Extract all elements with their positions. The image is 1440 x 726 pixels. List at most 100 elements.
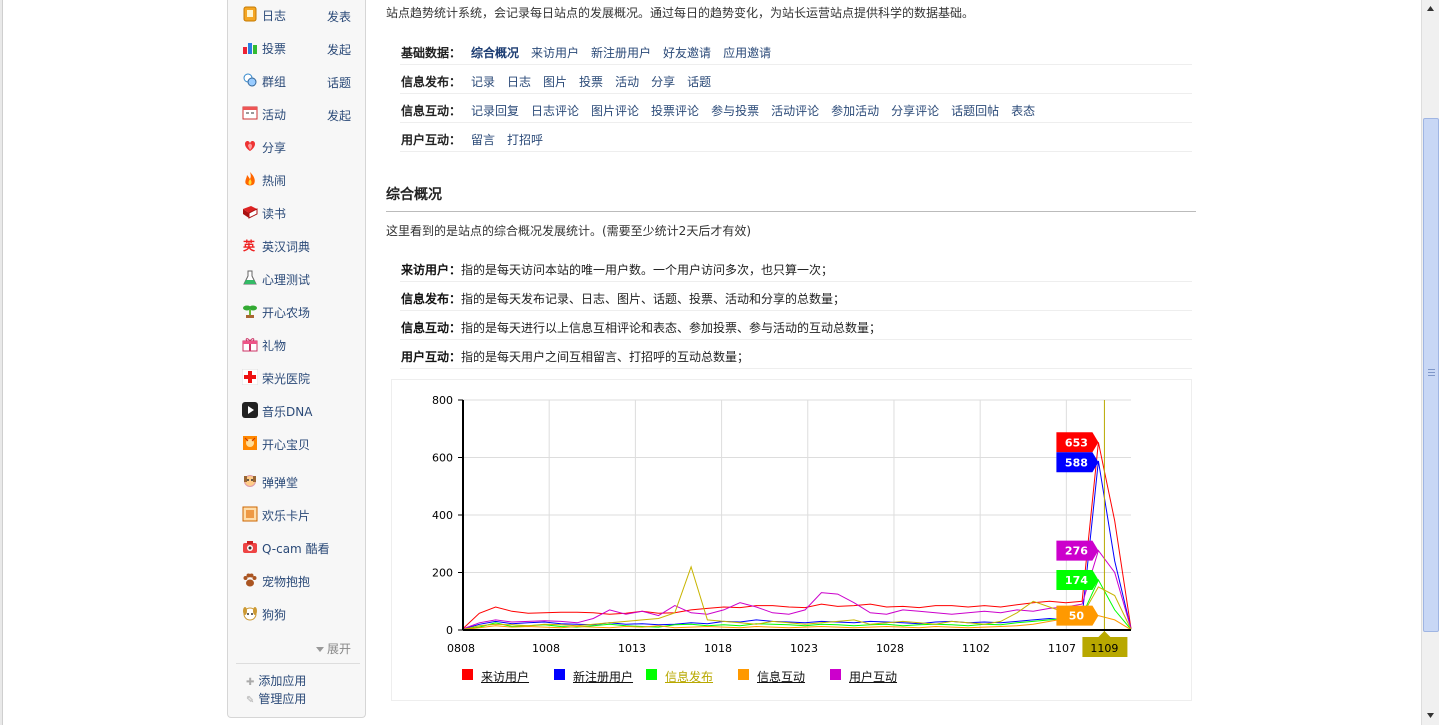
sidebar-item[interactable]: 投票 发起: [240, 37, 360, 57]
sidebar-item[interactable]: 分享: [240, 136, 360, 156]
nav-link[interactable]: 图片: [543, 75, 567, 89]
sidebar-item-label[interactable]: 礼物: [262, 337, 286, 354]
sidebar-item-label[interactable]: Q-cam 酷看: [262, 540, 330, 557]
group-icon: [242, 72, 258, 88]
expand-label: 展开: [327, 642, 352, 656]
sidebar-item-label[interactable]: 音乐DNA: [262, 403, 312, 420]
nav-link[interactable]: 话题回帖: [951, 104, 999, 118]
sprout-icon: [242, 303, 258, 319]
sidebar-item[interactable]: 宠物抱抱: [240, 570, 360, 590]
scroll-down-arrow-icon[interactable]: [1423, 708, 1438, 723]
paw-icon: [242, 572, 258, 588]
legend-item[interactable]: 信息互动: [738, 668, 818, 684]
nav-link[interactable]: 分享评论: [891, 104, 939, 118]
add-app-link[interactable]: ✚ 添加应用: [246, 672, 306, 689]
stats-nav-row: 基础数据： 综合概况 来访用户 新注册用户 好友邀请 应用邀请: [400, 36, 1192, 65]
nav-link[interactable]: 好友邀请: [663, 46, 711, 60]
definition-row: 信息互动：指的是每天进行以上信息互相评论和表态、参加投票、参与活动的互动总数量；: [400, 311, 1192, 340]
legend-label[interactable]: 新注册用户: [573, 668, 633, 685]
baby-icon: [242, 435, 258, 451]
sidebar-item-action-link[interactable]: 发起: [327, 41, 351, 58]
sidebar-item-label[interactable]: 荣光医院: [262, 370, 310, 387]
sidebar-item[interactable]: 读书: [240, 202, 360, 222]
definition-row: 用户互动：指的是每天用户之间互相留言、打招呼的互动总数量；: [400, 340, 1192, 369]
sidebar-item-label[interactable]: 热闹: [262, 172, 286, 189]
sidebar-item-label[interactable]: 狗狗: [262, 606, 286, 623]
sidebar-item[interactable]: 群组 话题: [240, 70, 360, 90]
legend-label[interactable]: 信息互动: [757, 668, 805, 685]
sidebar-item-label[interactable]: 心理测试: [262, 271, 310, 288]
sidebar-item-label[interactable]: 投票: [262, 40, 286, 57]
nav-link[interactable]: 应用邀请: [723, 46, 771, 60]
nav-link[interactable]: 日志: [507, 75, 531, 89]
sidebar-item[interactable]: Q-cam 酷看: [240, 537, 360, 557]
sidebar-item[interactable]: 活动 发起: [240, 103, 360, 123]
sidebar-item[interactable]: 英英汉词典: [240, 235, 360, 255]
nav-link[interactable]: 参与投票: [711, 104, 759, 118]
manage-app-label: 管理应用: [258, 692, 307, 706]
window-left-edge: [0, 0, 3, 725]
sidebar-item-label[interactable]: 弹弹堂: [262, 474, 298, 491]
app-sidebar: 日志 发表 投票 发起 群组 话题 活动 发起 分享 热闹 读书英英汉词典 心理测试 开心农场 礼物 荣光医…: [227, 0, 366, 718]
card-icon: [242, 506, 258, 522]
sidebar-item[interactable]: 日志 发表: [240, 4, 360, 24]
legend-swatch: [554, 669, 565, 680]
nav-link[interactable]: 打招呼: [507, 133, 543, 147]
legend-swatch: [830, 669, 841, 680]
nav-link[interactable]: 记录回复: [471, 104, 519, 118]
legend-label[interactable]: 来访用户: [481, 668, 529, 685]
nav-link[interactable]: 综合概况: [471, 46, 519, 60]
nav-link[interactable]: 图片评论: [591, 104, 639, 118]
sidebar-item[interactable]: 礼物: [240, 334, 360, 354]
nav-link[interactable]: 分享: [651, 75, 675, 89]
legend-swatch: [738, 669, 749, 680]
sidebar-item[interactable]: 开心宝贝: [240, 433, 360, 453]
stats-nav-row: 信息互动： 记录回复 日志评论 图片评论 投票评论 参与投票 活动评论 参加活动 分享评论 话题回…: [400, 94, 1192, 123]
share-heart-icon: [242, 138, 258, 154]
legend-item[interactable]: 新注册用户: [554, 668, 634, 684]
nav-link[interactable]: 记录: [471, 75, 495, 89]
sidebar-item-action-link[interactable]: 发表: [327, 8, 351, 25]
sidebar-item[interactable]: 热闹: [240, 169, 360, 189]
nav-link[interactable]: 参加活动: [831, 104, 879, 118]
legend-label[interactable]: 信息发布: [665, 668, 713, 685]
scrollbar-thumb[interactable]: [1423, 118, 1439, 632]
legend-item[interactable]: 来访用户: [462, 668, 542, 684]
legend-item[interactable]: 用户互动: [830, 668, 910, 684]
nav-link[interactable]: 来访用户: [531, 46, 579, 60]
sidebar-item-label[interactable]: 开心农场: [262, 304, 310, 321]
legend-label[interactable]: 用户互动: [849, 668, 897, 685]
sidebar-item-label[interactable]: 欢乐卡片: [262, 507, 310, 524]
manage-app-link[interactable]: ✎ 管理应用: [246, 690, 306, 707]
nav-link[interactable]: 投票评论: [651, 104, 699, 118]
vertical-scrollbar[interactable]: [1421, 0, 1439, 725]
sidebar-item[interactable]: 弹弹堂: [240, 471, 360, 491]
sidebar-item[interactable]: 欢乐卡片: [240, 504, 360, 524]
sidebar-item-label[interactable]: 活动: [262, 106, 286, 123]
sidebar-item-label[interactable]: 日志: [262, 7, 286, 24]
nav-link[interactable]: 活动: [615, 75, 639, 89]
nav-link[interactable]: 投票: [579, 75, 603, 89]
sidebar-item[interactable]: 狗狗: [240, 603, 360, 623]
sidebar-item[interactable]: 音乐DNA: [240, 400, 360, 420]
nav-link[interactable]: 日志评论: [531, 104, 579, 118]
nav-link[interactable]: 表态: [1011, 104, 1035, 118]
sidebar-item-label[interactable]: 宠物抱抱: [262, 573, 310, 590]
nav-link[interactable]: 话题: [687, 75, 711, 89]
nav-link[interactable]: 留言: [471, 133, 495, 147]
sidebar-item[interactable]: 开心农场: [240, 301, 360, 321]
nav-link[interactable]: 新注册用户: [591, 46, 651, 60]
sidebar-expand-toggle[interactable]: 展开: [316, 640, 351, 657]
sidebar-item-label[interactable]: 读书: [262, 205, 286, 222]
sidebar-item-label[interactable]: 开心宝贝: [262, 436, 310, 453]
legend-item[interactable]: 信息发布: [646, 668, 726, 684]
scroll-up-arrow-icon[interactable]: [1423, 1, 1438, 16]
sidebar-item[interactable]: 荣光医院: [240, 367, 360, 387]
sidebar-item[interactable]: 心理测试: [240, 268, 360, 288]
sidebar-item-action-link[interactable]: 话题: [327, 74, 351, 91]
sidebar-item-action-link[interactable]: 发起: [327, 107, 351, 124]
nav-link[interactable]: 活动评论: [771, 104, 819, 118]
sidebar-item-label[interactable]: 英汉词典: [262, 238, 310, 255]
sidebar-item-label[interactable]: 群组: [262, 73, 286, 90]
sidebar-item-label[interactable]: 分享: [262, 139, 286, 156]
